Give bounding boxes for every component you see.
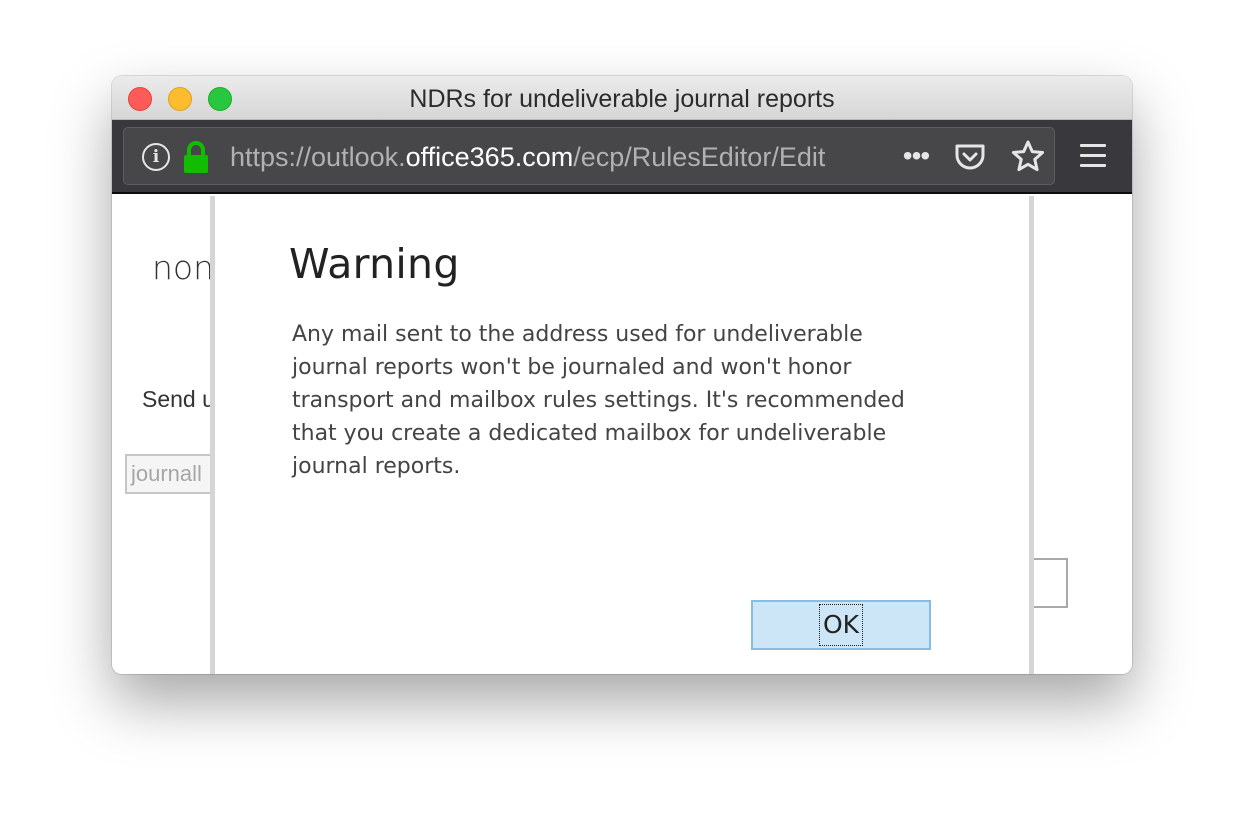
url-text[interactable]: https://outlook.office365.com/ecp/RulesE… bbox=[230, 128, 900, 184]
warning-dialog: Warning Any mail sent to the address use… bbox=[210, 196, 1034, 674]
window-title: NDRs for undeliverable journal reports bbox=[409, 85, 835, 113]
browser-window: NDRs for undeliverable journal reports i… bbox=[112, 76, 1132, 674]
page-content: non Send u journall Warning Any mail sen… bbox=[112, 196, 1132, 674]
browser-toolbar: i https://outlook.office365.com/ecp/Rule… bbox=[112, 120, 1132, 194]
background-field-label: Send u bbox=[142, 386, 215, 412]
url-host: office365.com bbox=[405, 142, 574, 172]
ok-button[interactable]: OK bbox=[751, 600, 931, 650]
lock-icon[interactable] bbox=[182, 140, 210, 174]
url-prefix: https://outlook. bbox=[230, 142, 406, 172]
address-bar[interactable]: i https://outlook.office365.com/ecp/Rule… bbox=[123, 127, 1055, 185]
background-heading: non bbox=[152, 248, 215, 287]
pocket-icon[interactable] bbox=[954, 141, 986, 173]
info-icon[interactable]: i bbox=[142, 143, 170, 171]
bookmark-star-icon[interactable] bbox=[1010, 139, 1046, 175]
ok-button-label: OK bbox=[818, 604, 864, 646]
dialog-message: Any mail sent to the address used for un… bbox=[292, 322, 905, 479]
title-bar: NDRs for undeliverable journal reports bbox=[112, 76, 1132, 120]
hamburger-menu-icon[interactable] bbox=[1080, 144, 1106, 170]
dialog-title: Warning bbox=[289, 240, 460, 288]
page-actions-icon[interactable]: ••• bbox=[896, 128, 936, 184]
url-path: /ecp/RulesEditor/Edit bbox=[573, 142, 826, 172]
